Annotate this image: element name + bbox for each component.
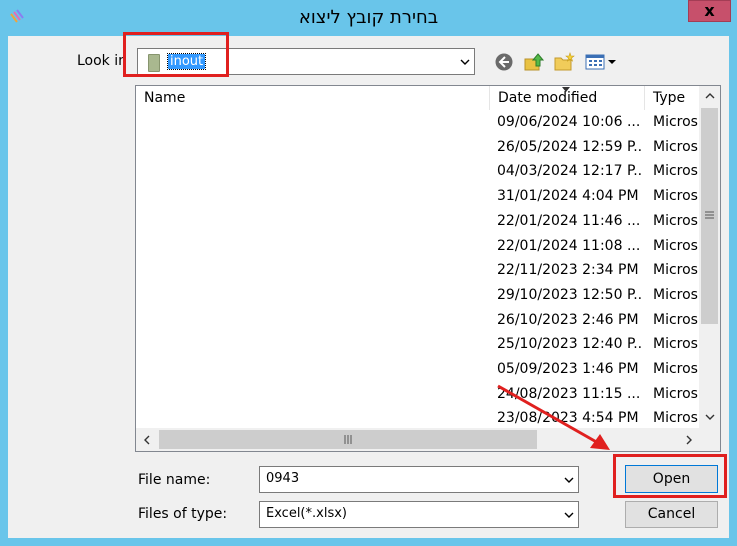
date-modified-cell: 31/01/2024 4:04 PM: [497, 188, 639, 205]
new-folder-icon[interactable]: [553, 52, 575, 72]
annotation-arrow: [497, 384, 610, 450]
type-cell: Micros: [653, 311, 698, 328]
table-row[interactable]: 04/03/2024 12:17 P... Micros: [136, 159, 700, 184]
file-list[interactable]: Name Date modified Type 09/06/2024 10:06…: [135, 85, 721, 452]
type-cell: Micros: [653, 114, 698, 130]
scrollbar-corner: [699, 428, 720, 451]
date-modified-cell: 26/10/2023 2:46 PM: [497, 311, 639, 328]
look-in-label: Look in: [77, 53, 128, 69]
date-modified-cell: 05/09/2023 1:46 PM: [497, 361, 639, 377]
window-title: בחירת קובץ ליצוא: [298, 7, 439, 28]
file-type-value: Excel(*.xlsx): [266, 506, 347, 521]
file-name-label: File name:: [138, 472, 211, 488]
grip-icon: [344, 435, 352, 444]
scroll-thumb-vertical[interactable]: [701, 108, 718, 324]
chevron-down-icon: [705, 414, 714, 420]
scroll-right-button[interactable]: [678, 428, 699, 451]
column-header-name[interactable]: Name: [136, 86, 490, 110]
highlight-box-open: [613, 454, 727, 498]
type-cell: Micros: [653, 138, 698, 155]
title-bar[interactable]: בחירת קובץ ליצוא x: [0, 0, 737, 36]
dialog-window: בחירת קובץ ליצוא x Look in inout Name Da…: [0, 0, 737, 546]
date-modified-cell: 22/11/2023 2:34 PM: [497, 262, 639, 279]
type-cell: Micros: [653, 212, 698, 229]
type-cell: Micros: [653, 361, 698, 377]
chevron-down-icon: [564, 477, 574, 483]
cancel-button[interactable]: Cancel: [625, 501, 718, 528]
type-cell: Micros: [653, 262, 698, 279]
table-row[interactable]: 29/10/2023 12:50 P... Micros: [136, 283, 700, 308]
type-cell: Micros: [653, 286, 698, 303]
type-cell: Micros: [653, 237, 698, 254]
date-modified-cell: 22/01/2024 11:46 ...: [497, 212, 641, 229]
column-header-type[interactable]: Type: [645, 86, 699, 110]
type-cell: Micros: [653, 336, 698, 353]
up-folder-icon[interactable]: [523, 52, 545, 72]
date-modified-cell: 25/10/2023 12:40 P...: [497, 336, 642, 353]
scroll-thumb-horizontal[interactable]: [159, 430, 537, 449]
back-arrow-icon[interactable]: [494, 52, 514, 72]
table-row[interactable]: 05/09/2023 1:46 PM Micros: [136, 357, 700, 382]
view-menu-icon[interactable]: [585, 52, 617, 72]
table-row[interactable]: 26/05/2024 12:59 P... Micros: [136, 135, 700, 160]
table-row[interactable]: 22/11/2023 2:34 PM Micros: [136, 258, 700, 283]
chevron-down-icon: [564, 512, 574, 518]
close-button[interactable]: x: [688, 0, 731, 22]
scroll-up-button[interactable]: [699, 86, 720, 107]
file-type-select[interactable]: Excel(*.xlsx): [259, 501, 579, 528]
close-icon: x: [704, 1, 715, 20]
date-modified-cell: 09/06/2024 10:06 ...: [497, 114, 641, 130]
file-name-input[interactable]: 0943: [259, 466, 579, 493]
highlight-box-look-in: [123, 32, 229, 77]
table-row[interactable]: 22/01/2024 11:08 ... Micros: [136, 234, 700, 259]
scroll-left-button[interactable]: [136, 428, 157, 451]
file-name-value: 0943: [266, 471, 300, 486]
chevron-down-icon: [460, 59, 470, 65]
table-row[interactable]: 09/06/2024 10:06 ... Micros: [136, 110, 700, 135]
date-modified-cell: 04/03/2024 12:17 P...: [497, 163, 642, 180]
table-row[interactable]: 26/10/2023 2:46 PM Micros: [136, 308, 700, 333]
date-modified-cell: 26/05/2024 12:59 P...: [497, 138, 642, 155]
type-cell: Micros: [653, 163, 698, 180]
table-row[interactable]: 22/01/2024 11:46 ... Micros: [136, 209, 700, 234]
type-cell: Micros: [653, 410, 698, 427]
file-type-label: Files of type:: [138, 506, 228, 522]
vertical-scrollbar[interactable]: [699, 86, 720, 428]
grip-icon: [705, 211, 714, 219]
type-cell: Micros: [653, 188, 698, 205]
type-cell: Micros: [653, 385, 698, 402]
table-row[interactable]: 25/10/2023 12:40 P... Micros: [136, 332, 700, 357]
chevron-left-icon: [143, 435, 149, 445]
date-modified-cell: 22/01/2024 11:08 ...: [497, 237, 641, 254]
scroll-down-button[interactable]: [699, 407, 720, 428]
chevron-right-icon: [686, 435, 692, 445]
chevron-up-icon: [705, 93, 714, 99]
sort-indicator-icon: [562, 87, 570, 92]
date-modified-cell: 29/10/2023 12:50 P...: [497, 286, 642, 303]
table-row[interactable]: 31/01/2024 4:04 PM Micros: [136, 184, 700, 209]
